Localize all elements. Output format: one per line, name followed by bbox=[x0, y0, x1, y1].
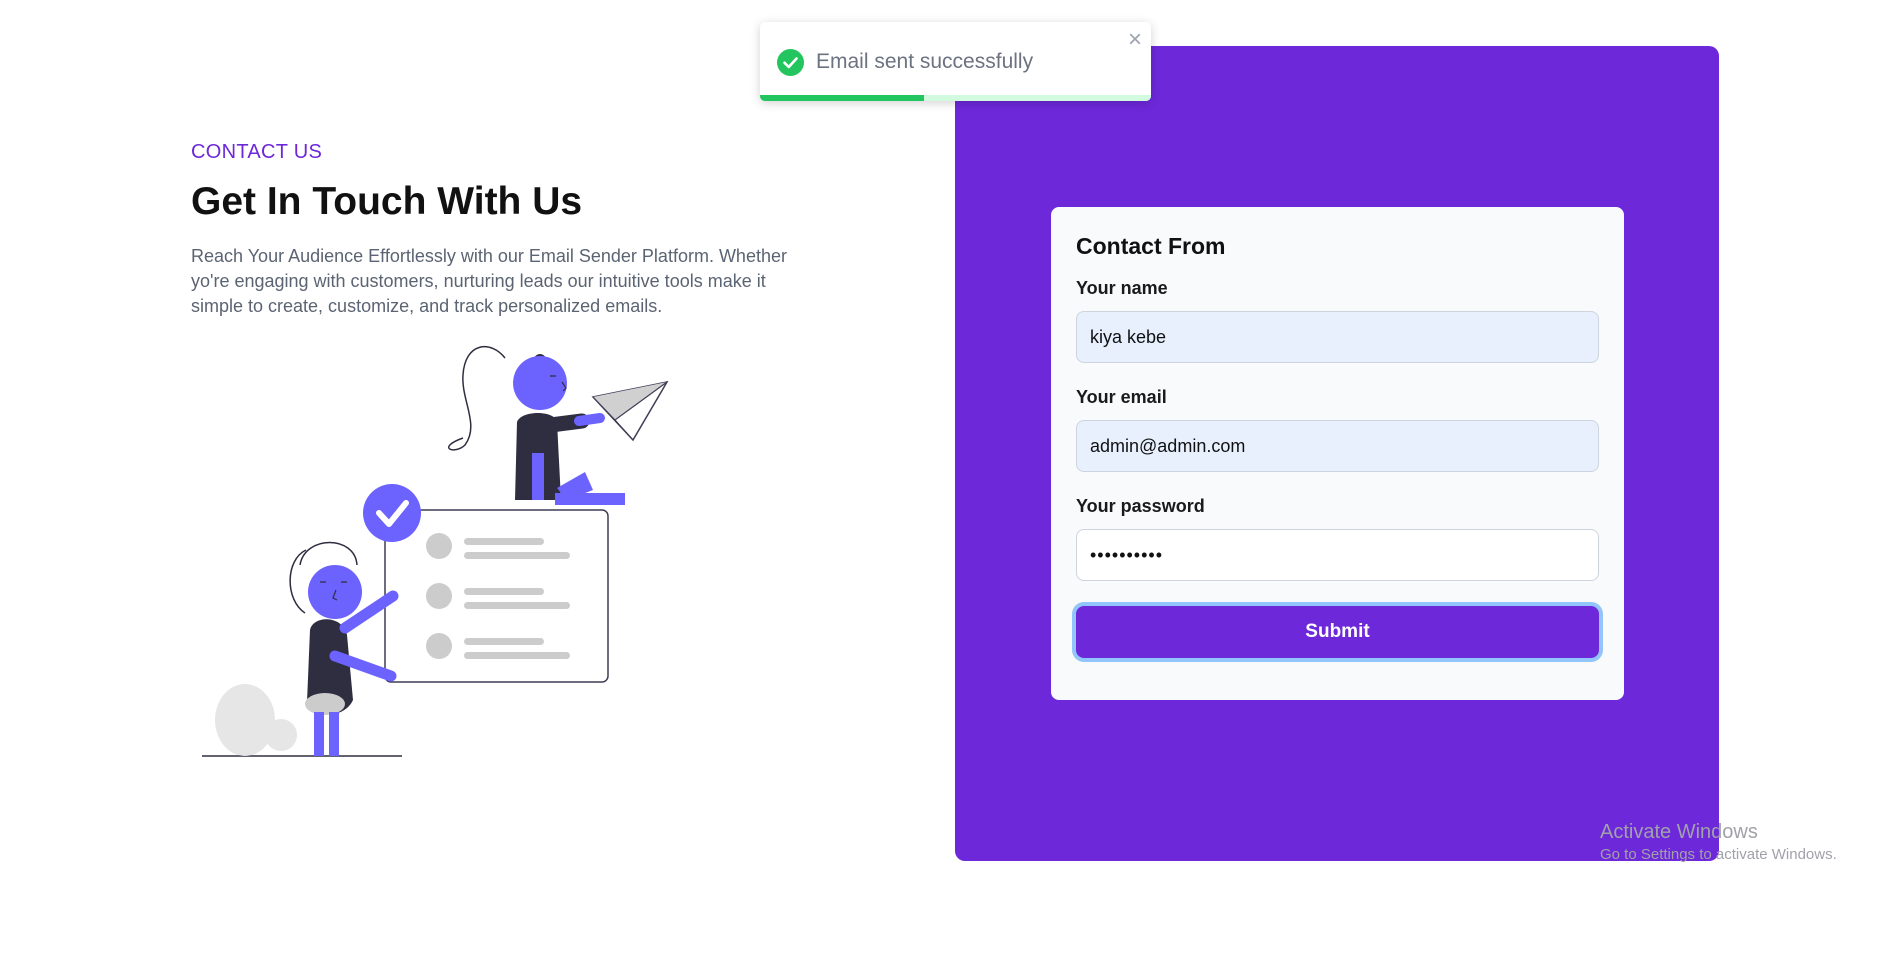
contact-form: Contact From Your name Your email Your p… bbox=[1051, 207, 1624, 700]
form-title: Contact From bbox=[1076, 233, 1226, 259]
section-eyebrow: CONTACT US bbox=[191, 141, 323, 163]
name-label: Your name bbox=[1076, 278, 1168, 298]
page-description: Reach Your Audience Effortlessly with ou… bbox=[191, 246, 787, 316]
toast-progress-bar bbox=[760, 95, 1151, 101]
toast-progress-fill bbox=[760, 95, 925, 101]
person-with-checklist bbox=[289, 541, 399, 756]
plant-decoration bbox=[215, 684, 297, 756]
windows-watermark-title: Activate Windows bbox=[1600, 821, 1758, 843]
paper-plane-icon bbox=[591, 380, 669, 442]
page-title: Get In Touch With Us bbox=[191, 180, 583, 223]
success-toast: Email sent successfully × bbox=[760, 22, 1151, 101]
name-input[interactable] bbox=[1076, 311, 1599, 363]
contact-illustration bbox=[202, 345, 669, 757]
page: CONTACT US Get In Touch With Us Reach Yo… bbox=[0, 0, 1889, 963]
close-icon[interactable]: × bbox=[1128, 28, 1142, 52]
email-input[interactable] bbox=[1076, 420, 1599, 472]
submit-button[interactable]: Submit bbox=[1076, 606, 1599, 658]
check-circle-icon bbox=[777, 49, 804, 76]
password-label: Your password bbox=[1076, 496, 1205, 516]
check-badge-icon bbox=[363, 484, 421, 542]
toast-message: Email sent successfully bbox=[816, 50, 1034, 73]
windows-watermark-subtitle: Go to Settings to activate Windows. bbox=[1600, 846, 1837, 863]
person-with-paper-plane bbox=[448, 345, 625, 505]
password-input[interactable] bbox=[1076, 529, 1599, 581]
email-label: Your email bbox=[1076, 387, 1167, 407]
